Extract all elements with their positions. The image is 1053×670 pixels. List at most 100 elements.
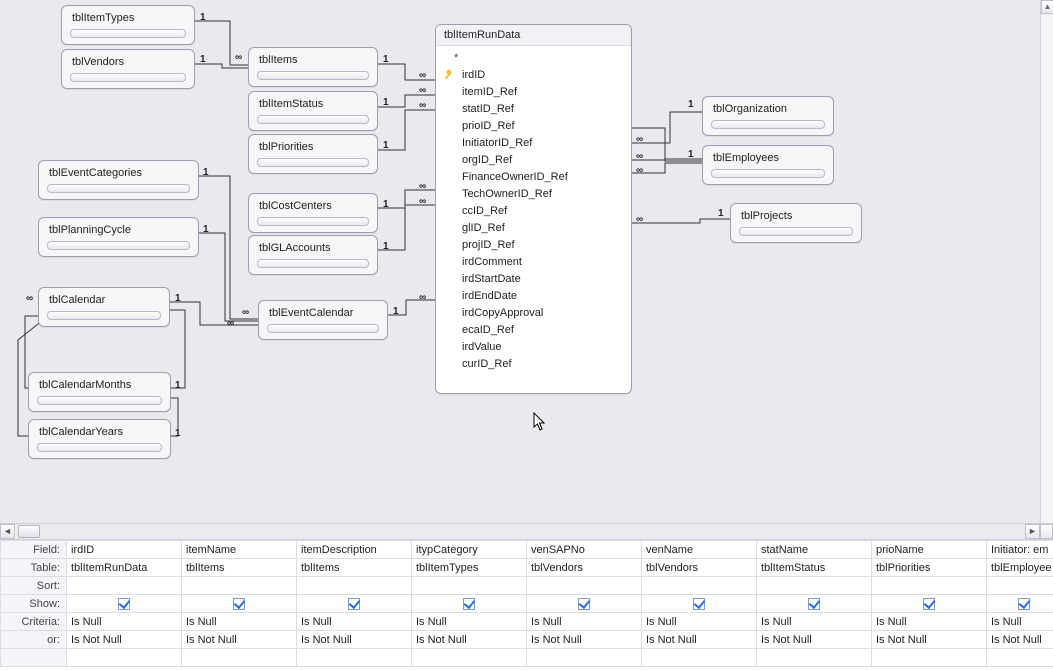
show-checkbox[interactable] [233,598,245,610]
grid-cell[interactable] [412,577,527,595]
scroll-track[interactable] [16,524,1025,539]
grid-cell[interactable] [182,595,297,613]
grid-cell[interactable] [182,649,297,667]
table-tblPlanningCycle[interactable]: tblPlanningCycle [38,217,199,257]
field-row[interactable]: * [436,50,631,67]
show-checkbox[interactable] [693,598,705,610]
grid-cell[interactable] [757,595,872,613]
grid-cell[interactable]: Is Not Null [987,631,1053,649]
query-grid[interactable]: Field:irdIDitemNameitemDescriptionitypCa… [0,540,1053,670]
grid-cell[interactable]: Is Not Null [757,631,872,649]
grid-cell[interactable] [987,595,1053,613]
grid-cell[interactable] [182,577,297,595]
vertical-scrollbar[interactable]: ▲ [1040,0,1053,523]
table-tblPriorities[interactable]: tblPriorities [248,134,378,174]
scroll-right-button[interactable]: ► [1025,524,1040,539]
grid-cell[interactable]: tblVendors [527,559,642,577]
grid-cell[interactable] [757,577,872,595]
table-tblOrganization[interactable]: tblOrganization [702,96,834,136]
table-tblItems[interactable]: tblItems [248,47,378,87]
grid-cell[interactable] [67,649,182,667]
grid-cell[interactable]: Is Null [642,613,757,631]
grid-cell[interactable] [297,577,412,595]
grid-cell[interactable]: Is Null [412,613,527,631]
field-row[interactable]: prioID_Ref [436,118,631,135]
table-tblCalendarMonths[interactable]: tblCalendarMonths [28,372,171,412]
grid-cell[interactable]: Is Null [527,613,642,631]
grid-cell[interactable]: tblPriorities [872,559,987,577]
field-row[interactable]: irdStartDate [436,271,631,288]
field-row[interactable]: irdEndDate [436,288,631,305]
table-tblEventCategories[interactable]: tblEventCategories [38,160,199,200]
grid-cell[interactable]: tblItemStatus [757,559,872,577]
field-row[interactable]: InitiatorID_Ref [436,135,631,152]
field-row[interactable]: TechOwnerID_Ref [436,186,631,203]
field-row-pk[interactable]: irdID [436,67,631,84]
grid-cell[interactable] [412,649,527,667]
grid-cell[interactable]: Is Not Null [182,631,297,649]
grid-cell[interactable] [67,595,182,613]
table-tblItemRunData[interactable]: tblItemRunData *irdIDitemID_RefstatID_Re… [435,24,632,394]
grid-cell[interactable]: statName [757,541,872,559]
grid-cell[interactable] [642,649,757,667]
grid-cell[interactable] [527,649,642,667]
grid-cell[interactable]: venSAPNo [527,541,642,559]
table-tblCalendarYears[interactable]: tblCalendarYears [28,419,171,459]
grid-cell[interactable]: itemDescription [297,541,412,559]
grid-cell[interactable]: Initiator: em [987,541,1053,559]
grid-cell[interactable]: Is Null [67,613,182,631]
grid-cell[interactable]: tblItems [182,559,297,577]
show-checkbox[interactable] [1018,598,1030,610]
grid-cell[interactable] [297,649,412,667]
field-row[interactable]: itemID_Ref [436,84,631,101]
grid-cell[interactable]: itypCategory [412,541,527,559]
grid-cell[interactable]: tblItemRunData [67,559,182,577]
grid-cell[interactable]: Is Not Null [67,631,182,649]
horizontal-scrollbar[interactable]: ◄ ► [0,523,1053,540]
show-checkbox[interactable] [348,598,360,610]
grid-cell[interactable] [527,577,642,595]
grid-cell[interactable]: Is Not Null [412,631,527,649]
table-tblProjects[interactable]: tblProjects [730,203,862,243]
show-checkbox[interactable] [118,598,130,610]
grid-cell[interactable]: Is Null [987,613,1053,631]
grid-cell[interactable]: Is Not Null [872,631,987,649]
table-tblCalendar[interactable]: tblCalendar [38,287,170,327]
field-row[interactable]: ccID_Ref [436,203,631,220]
table-tblCostCenters[interactable]: tblCostCenters [248,193,378,233]
grid-cell[interactable]: Is Not Null [297,631,412,649]
field-row[interactable]: glID_Ref [436,220,631,237]
grid-cell[interactable] [872,595,987,613]
grid-cell[interactable]: Is Null [872,613,987,631]
field-row[interactable]: orgID_Ref [436,152,631,169]
grid-cell[interactable] [872,649,987,667]
grid-cell[interactable]: Is Null [182,613,297,631]
table-tblEmployees[interactable]: tblEmployees [702,145,834,185]
table-tblGLAccounts[interactable]: tblGLAccounts [248,235,378,275]
grid-cell[interactable] [412,595,527,613]
grid-cell[interactable]: venName [642,541,757,559]
grid-cell[interactable]: Is Not Null [527,631,642,649]
grid-cell[interactable] [987,649,1053,667]
show-checkbox[interactable] [808,598,820,610]
table-tblEventCalendar[interactable]: tblEventCalendar [258,300,388,340]
table-tblItemStatus[interactable]: tblItemStatus [248,91,378,131]
grid-cell[interactable]: tblEmployee [987,559,1053,577]
grid-cell[interactable] [872,577,987,595]
grid-cell[interactable] [642,577,757,595]
grid-cell[interactable] [987,577,1053,595]
scroll-thumb[interactable] [18,525,40,538]
grid-cell[interactable]: tblItemTypes [412,559,527,577]
grid-cell[interactable]: tblVendors [642,559,757,577]
grid-cell[interactable] [297,595,412,613]
field-row[interactable]: FinanceOwnerID_Ref [436,169,631,186]
table-tblItemTypes[interactable]: tblItemTypes [61,5,195,45]
grid-cell[interactable] [67,577,182,595]
scroll-up-button[interactable]: ▲ [1041,0,1053,14]
field-row[interactable]: curID_Ref [436,356,631,373]
scroll-left-button[interactable]: ◄ [0,524,15,539]
diagram-pane[interactable]: tblItemTypes tblVendors tblItems tblItem… [0,0,1053,523]
field-row[interactable]: ecaID_Ref [436,322,631,339]
show-checkbox[interactable] [923,598,935,610]
grid-cell[interactable] [642,595,757,613]
